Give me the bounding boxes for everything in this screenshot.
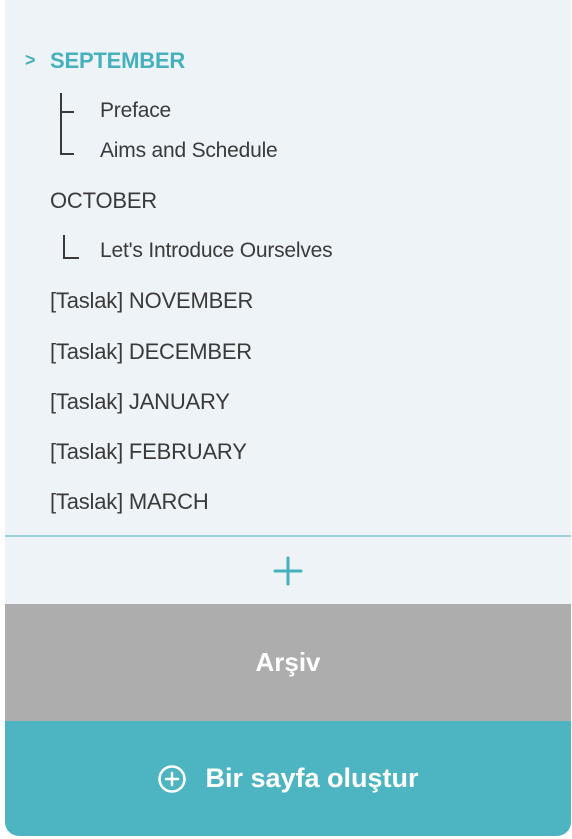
create-page-button[interactable]: Bir sayfa oluştur	[5, 721, 571, 836]
tree-item-label: [Taslak] FEBRUARY	[50, 439, 247, 464]
tree-item-label: [Taslak] MARCH	[50, 489, 209, 514]
tree-item-label: SEPTEMBER	[50, 48, 186, 73]
archive-label: Arşiv	[255, 647, 321, 677]
tree-item-lets-introduce-ourselves[interactable]: Let's Introduce Ourselves	[5, 231, 571, 271]
create-page-label: Bir sayfa oluştur	[205, 763, 419, 793]
plus-icon	[273, 556, 303, 586]
tree-item-february[interactable]: [Taslak] FEBRUARY	[5, 432, 571, 472]
archive-button[interactable]: Arşiv	[5, 604, 571, 721]
tree-item-label: [Taslak] DECEMBER	[50, 339, 252, 364]
tree-item-label: Let's Introduce Ourselves	[100, 239, 333, 262]
tree-item-label: [Taslak] NOVEMBER	[50, 288, 254, 313]
tree-item-aims-and-schedule[interactable]: Aims and Schedule	[5, 131, 571, 171]
tree-item-january[interactable]: [Taslak] JANUARY	[5, 382, 571, 422]
tree-item-september[interactable]: > SEPTEMBER	[5, 41, 571, 81]
tree-item-march[interactable]: [Taslak] MARCH	[5, 482, 571, 522]
tree-item-label: OCTOBER	[50, 188, 157, 213]
chevron-right-icon[interactable]: >	[25, 50, 36, 70]
divider	[5, 535, 571, 537]
page-tree: > SEPTEMBER Preface Aims and Schedule OC…	[5, 0, 571, 535]
tree-item-preface[interactable]: Preface	[5, 91, 571, 131]
tree-item-label: [Taslak] JANUARY	[50, 389, 230, 414]
plus-circle-icon	[158, 764, 187, 793]
tree-item-label: Aims and Schedule	[100, 139, 278, 162]
tree-item-december[interactable]: [Taslak] DECEMBER	[5, 332, 571, 372]
page-sidebar: > SEPTEMBER Preface Aims and Schedule OC…	[5, 0, 571, 836]
tree-item-label: Preface	[100, 99, 171, 122]
tree-item-october[interactable]: OCTOBER	[5, 181, 571, 221]
tree-item-november[interactable]: [Taslak] NOVEMBER	[5, 281, 571, 321]
add-page-button[interactable]	[5, 538, 571, 604]
